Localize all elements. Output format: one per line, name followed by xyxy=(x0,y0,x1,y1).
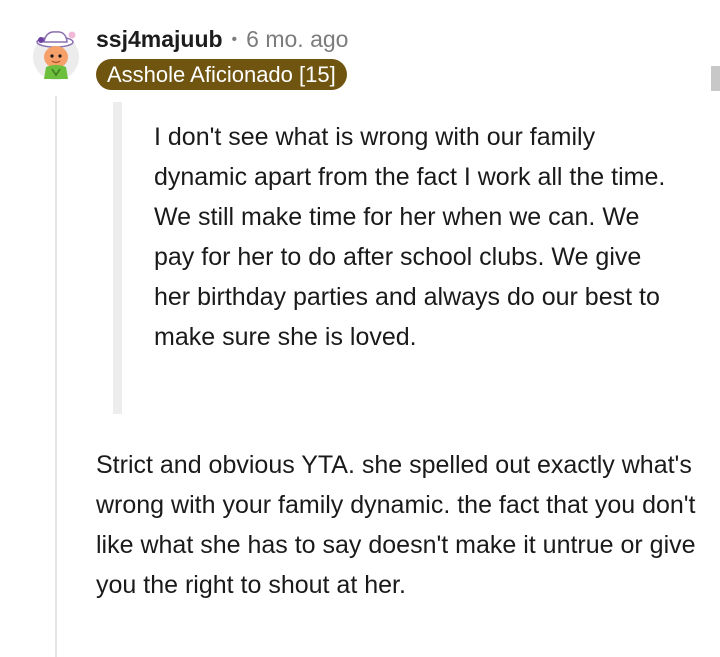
scrollbar-thumb[interactable] xyxy=(711,66,720,91)
comment-timestamp[interactable]: 6 mo. ago xyxy=(246,26,348,53)
meta-separator: • xyxy=(231,31,238,48)
comment-header: ssj4majuub • 6 mo. ago xyxy=(96,26,348,53)
user-flair-badge: Asshole Aficionado [15] xyxy=(96,59,347,90)
snoo-avatar-icon xyxy=(33,31,79,80)
blockquote-bar xyxy=(113,102,122,414)
comment-thread-line[interactable] xyxy=(55,96,57,657)
quoted-text: I don't see what is wrong with our famil… xyxy=(154,123,666,351)
comment-body: Strict and obvious YTA. she spelled out … xyxy=(96,451,696,599)
user-avatar[interactable] xyxy=(32,29,80,81)
username-link[interactable]: ssj4majuub xyxy=(96,26,223,53)
